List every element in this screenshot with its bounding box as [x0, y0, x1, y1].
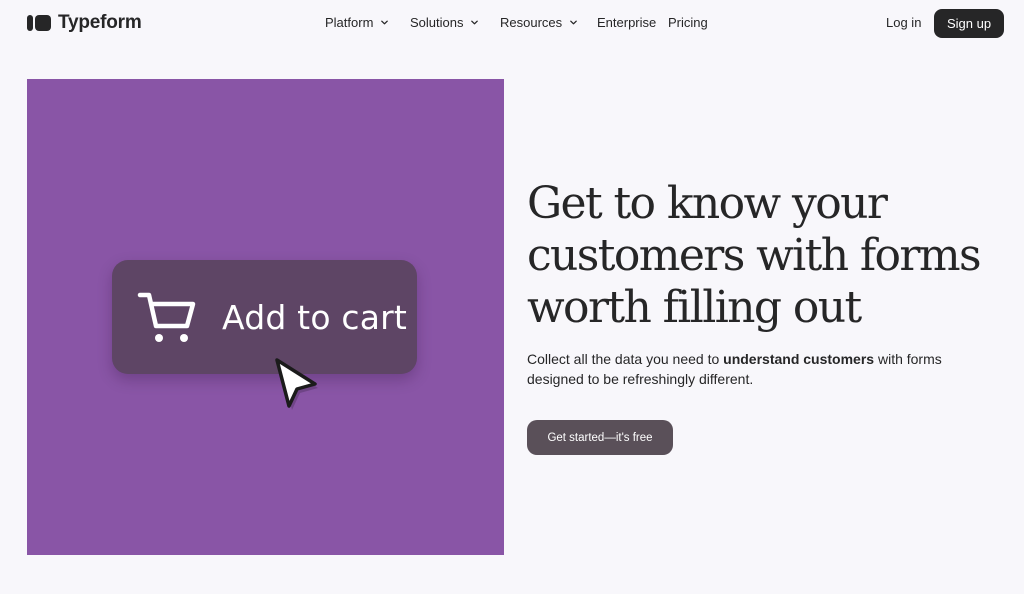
nav-item-platform[interactable]: Platform — [325, 15, 389, 30]
pointer-cursor-icon — [275, 358, 318, 410]
login-link[interactable]: Log in — [886, 15, 921, 30]
chevron-down-icon — [471, 20, 479, 25]
chevron-down-icon — [381, 20, 389, 25]
chevron-down-icon — [570, 20, 577, 25]
headline-line: Get to know your — [527, 178, 888, 229]
shopping-cart-icon — [137, 292, 196, 342]
subtext-part: Collect all the data you need to — [527, 351, 724, 367]
add-to-cart-label: Add to cart — [222, 298, 408, 337]
nav-item-label: Platform — [325, 15, 374, 30]
nav-item-label: Solutions — [410, 15, 464, 30]
hero-headline: Get to know your customers with forms wo… — [527, 178, 1017, 334]
nav-item-label: Resources — [500, 15, 563, 30]
nav-item-label: Pricing — [668, 15, 708, 30]
nav-item-label: Enterprise — [597, 15, 657, 30]
headline-line: worth filling out — [527, 282, 862, 333]
signup-button[interactable]: Sign up — [934, 9, 1004, 38]
add-to-cart-card: Add to cart — [112, 260, 417, 374]
main-nav: Platform Solutions Resources Enterprise … — [0, 15, 1024, 31]
hero-illustration-panel: Add to cart — [27, 79, 504, 555]
nav-item-enterprise[interactable]: Enterprise — [597, 15, 656, 30]
nav-item-resources[interactable]: Resources — [500, 15, 578, 30]
headline-line: customers with forms — [527, 230, 982, 281]
top-navigation-bar: Typeform Platform Solutions Resources En… — [0, 0, 1024, 46]
get-started-button[interactable]: Get started—it's free — [527, 420, 673, 455]
nav-item-solutions[interactable]: Solutions — [410, 15, 479, 30]
nav-item-pricing[interactable]: Pricing — [668, 15, 708, 30]
hero-subtext: Collect all the data you need to underst… — [527, 349, 947, 389]
subtext-emphasis: understand customers — [723, 351, 875, 367]
